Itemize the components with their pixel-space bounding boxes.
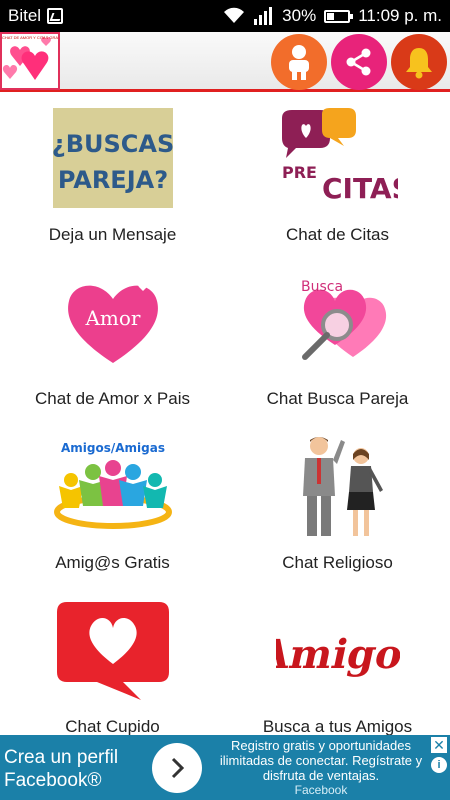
buscas-pareja-image: ¿BUSCAS PAREJA?: [48, 103, 178, 213]
menu-item-chat-de-amor-x-pais[interactable]: Amor Chat de Amor x Pais: [0, 259, 225, 423]
svg-text:PRE: PRE: [282, 163, 317, 182]
menu-item-label: Chat Religioso: [282, 553, 393, 572]
ad-banner[interactable]: Crea un perfil Facebook® Registro gratis…: [0, 735, 450, 800]
menu-grid: ¿BUSCAS PAREJA? Deja un Mensaje PRE CITA…: [0, 95, 450, 736]
precitas-image: PRE CITAS: [273, 103, 403, 213]
signal-icon: [254, 7, 273, 25]
battery-fill: [327, 12, 334, 20]
menu-item-label: Busca a tus Amigos: [262, 717, 413, 736]
battery-percent: 30%: [282, 6, 317, 25]
svg-text:¿BUSCAS: ¿BUSCAS: [53, 130, 173, 158]
ad-headline: Crea un perfil Facebook®: [4, 747, 119, 791]
ad-info-icon[interactable]: i: [431, 757, 447, 773]
svg-text:CITAS: CITAS: [322, 172, 398, 205]
couple-image: [273, 431, 403, 541]
menu-item-chat-cupido[interactable]: Chat Cupido: [0, 587, 225, 751]
notifications-button[interactable]: [391, 34, 447, 90]
cupido-bubble-image: [48, 595, 178, 705]
svg-text:PAREJA?: PAREJA?: [57, 166, 167, 194]
menu-item-deja-un-mensaje[interactable]: ¿BUSCAS PAREJA? Deja un Mensaje: [0, 95, 225, 259]
amigos-amigas-image: Amigos/Amigas: [48, 431, 178, 541]
ad-advertiser: Facebook: [294, 783, 348, 797]
image-notification-icon: [47, 8, 64, 24]
status-bar: Bitel 30% 11:09 p. m.: [0, 0, 450, 32]
menu-item-label: Chat Cupido: [65, 717, 160, 736]
menu-item-label: Chat de Citas: [286, 225, 389, 244]
menu-item-label: Amig@s Gratis: [55, 553, 170, 572]
menu-item-busca-a-tus-amigos[interactable]: Amigos Busca a tus Amigos: [225, 587, 450, 751]
svg-text:Busca: Busca: [301, 279, 343, 295]
wifi-icon: [224, 7, 245, 23]
carrier-name: Bitel: [8, 6, 42, 25]
hearts-logo-icon: [2, 37, 51, 80]
menu-item-chat-de-citas[interactable]: PRE CITAS Chat de Citas: [225, 95, 450, 259]
svg-text:Amigos: Amigos: [276, 630, 400, 677]
menu-item-label: Chat de Amor x Pais: [35, 389, 190, 408]
menu-item-label: Deja un Mensaje: [48, 225, 177, 244]
menu-item-chat-religioso[interactable]: Chat Religioso: [225, 423, 450, 587]
share-icon: [346, 48, 371, 76]
amor-heart-image: Amor: [48, 267, 178, 377]
menu-item-amigas-gratis[interactable]: Amigos/Amigas Amig@s Gratis: [0, 423, 225, 587]
clock: 11:09 p. m.: [358, 6, 442, 25]
person-icon: [289, 45, 309, 80]
menu-item-label: Chat Busca Pareja: [266, 389, 409, 408]
profile-button[interactable]: [271, 34, 327, 90]
app-logo: CHAT DE AMOR Y CITAS GRATIS: [0, 32, 60, 90]
svg-text:Amor: Amor: [84, 306, 140, 330]
bell-icon: [406, 48, 432, 79]
ad-open-button[interactable]: [152, 743, 202, 793]
menu-item-chat-busca-pareja[interactable]: Busca Chat Busca Pareja: [225, 259, 450, 423]
amigos-logo-image: Amigos: [273, 595, 403, 705]
svg-text:Amigos/Amigas: Amigos/Amigas: [61, 441, 165, 455]
app-toolbar: CHAT DE AMOR Y CITAS GRATIS: [0, 32, 450, 92]
ad-body-text: Registro gratis y oportunidades ilimitad…: [219, 738, 423, 783]
busca-heart-image: Busca: [273, 267, 403, 377]
ad-close-icon[interactable]: ✕: [431, 737, 447, 753]
battery-icon: [324, 9, 354, 23]
app-logo-text: CHAT DE AMOR Y CITAS GRATIS: [2, 35, 58, 40]
chevron-right-icon: [171, 757, 185, 779]
share-button[interactable]: [331, 34, 387, 90]
